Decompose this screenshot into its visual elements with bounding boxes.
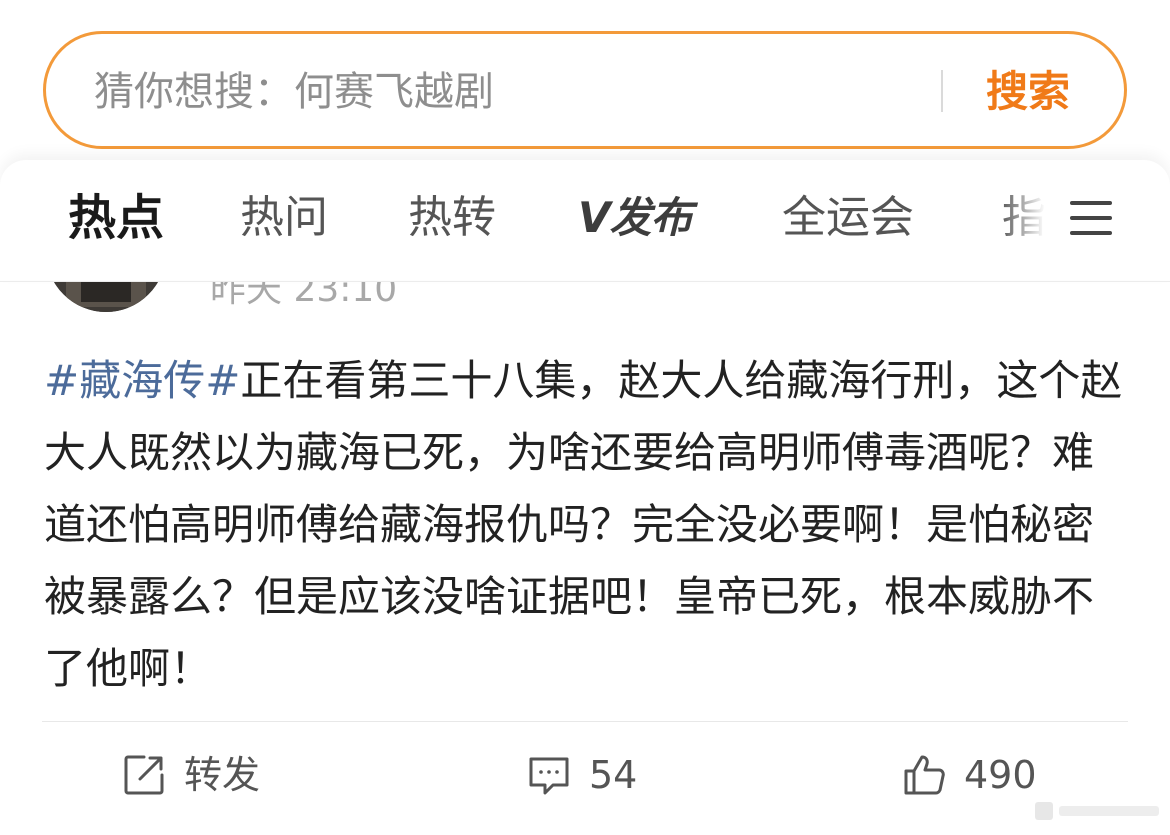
post-text: 正在看第三十八集，赵大人给藏海行刑，这个赵大人既然以为藏海已死，为啥还要给高明师… — [44, 356, 1123, 693]
tab-hot-reposts[interactable]: 热转 — [408, 190, 496, 246]
comment-button[interactable]: 54 — [525, 745, 637, 805]
comment-count: 54 — [589, 753, 638, 797]
repost-button[interactable]: 转发 — [120, 745, 260, 805]
comment-bubble-icon — [525, 751, 573, 799]
search-bar[interactable]: 猜你想搜：何赛飞越剧 搜索 — [43, 31, 1127, 149]
like-button[interactable]: 490 — [900, 745, 1037, 805]
tab-partial[interactable]: 指 — [1002, 190, 1046, 246]
avatar[interactable] — [46, 282, 166, 312]
edit-share-icon — [120, 751, 168, 799]
post-header: 昨天 23:10 — [0, 281, 1170, 322]
thumbs-up-icon — [900, 751, 948, 799]
like-count: 490 — [964, 753, 1037, 797]
hashtag-link[interactable]: #藏海传# — [44, 356, 240, 405]
search-hint[interactable]: 猜你想搜：何赛飞越剧 — [94, 67, 494, 117]
hamburger-menu-icon[interactable] — [1068, 198, 1114, 238]
action-divider — [42, 721, 1128, 722]
post-timestamp: 昨天 23:10 — [210, 281, 398, 310]
tab-hot[interactable]: 热点 — [68, 190, 164, 246]
tab-national-games[interactable]: 全运会 — [782, 190, 914, 246]
tab-bar: 热点 热问 热转 V发布 全运会 指 — [0, 160, 1170, 280]
watermark — [1035, 796, 1165, 826]
tab-v-publish[interactable]: V发布 — [578, 190, 693, 246]
post-content: #藏海传#正在看第三十八集，赵大人给藏海行刑，这个赵大人既然以为藏海已死，为啥还… — [44, 345, 1129, 705]
weibo-page: 猜你想搜：何赛飞越剧 搜索 热点 热问 热转 V发布 全运会 指 昨天 23:1… — [0, 0, 1170, 835]
tab-hot-questions[interactable]: 热问 — [240, 190, 328, 246]
search-button[interactable]: 搜索 — [986, 67, 1070, 117]
repost-label: 转发 — [184, 753, 261, 797]
search-divider — [941, 70, 943, 112]
